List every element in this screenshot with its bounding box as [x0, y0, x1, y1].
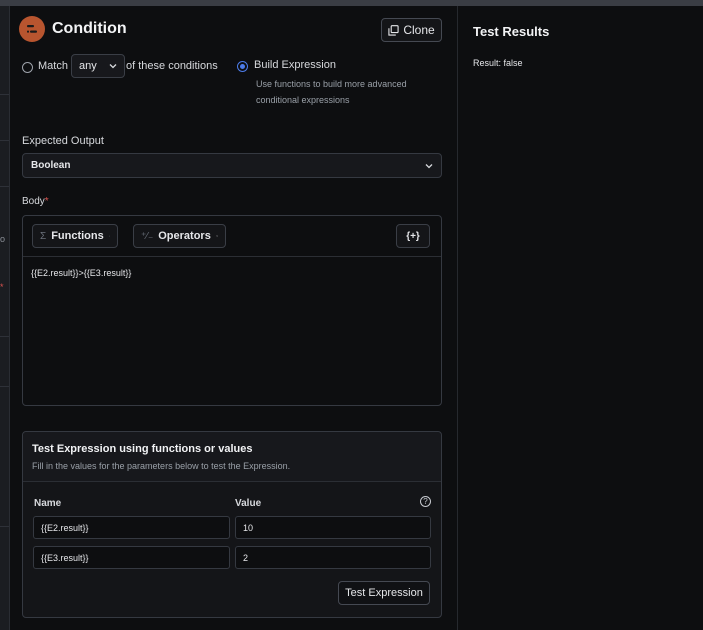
required-marker: * — [44, 196, 49, 207]
match-suffix: of these conditions — [126, 60, 218, 72]
background-app-edge: o * — [0, 6, 10, 630]
test-results-title: Test Results — [473, 24, 550, 39]
edge-divider — [0, 140, 9, 141]
insert-variable-button[interactable]: {+} — [396, 224, 430, 248]
help-icon[interactable]: ? — [420, 496, 431, 507]
test-expression-button[interactable]: Test Expression — [338, 581, 430, 605]
param-value-input[interactable]: 10 — [235, 516, 431, 539]
condition-icon — [19, 16, 45, 42]
edge-divider — [0, 386, 9, 387]
body-label: Body* — [22, 196, 49, 207]
expression-text[interactable]: {{E2.result}}>{{E3.result}} — [31, 268, 131, 278]
chevron-down-icon — [109, 64, 117, 69]
build-expression-radio[interactable] — [237, 61, 248, 72]
expression-editor[interactable]: Σ Functions ⁺⁄₋ Operators {+} {{E2.resul… — [22, 215, 442, 406]
expected-output-label: Expected Output — [22, 135, 104, 147]
edge-glyph: o — [0, 234, 6, 244]
branch-icon — [27, 25, 37, 33]
edge-glyph-red: * — [0, 282, 4, 292]
test-expression-section: Test Expression using functions or value… — [22, 431, 442, 618]
chevron-down-icon — [215, 235, 218, 237]
column-header-name: Name — [34, 498, 62, 509]
functions-dropdown[interactable]: Σ Functions — [32, 224, 118, 248]
match-radio[interactable] — [22, 62, 33, 73]
edge-divider — [0, 186, 9, 187]
match-any-select[interactable]: any — [71, 54, 125, 78]
match-label: Match — [38, 60, 68, 72]
edge-divider — [0, 94, 9, 95]
param-value-input[interactable]: 2 — [235, 546, 431, 569]
copy-icon — [388, 24, 399, 36]
expected-output-value: Boolean — [31, 160, 71, 171]
test-expression-header: Test Expression using functions or value… — [23, 432, 441, 482]
test-expression-title: Test Expression using functions or value… — [32, 443, 253, 455]
param-name-field: {{E3.result}} — [33, 546, 230, 569]
chevron-down-icon — [425, 163, 433, 168]
test-result-text: Result: false — [473, 58, 523, 68]
build-expression-help: Use functions to build more advanced — [256, 79, 407, 89]
expected-output-select[interactable]: Boolean — [22, 153, 442, 178]
edge-divider — [0, 336, 9, 337]
operators-icon: ⁺⁄₋ — [141, 230, 154, 242]
build-expression-label: Build Expression — [254, 59, 336, 71]
operators-dropdown[interactable]: ⁺⁄₋ Operators — [133, 224, 226, 248]
clone-button[interactable]: Clone — [381, 18, 442, 42]
test-results-panel: Test Results Result: false — [458, 6, 703, 630]
page-title: Condition — [52, 20, 127, 37]
body-label-text: Body — [22, 196, 45, 207]
edge-divider — [0, 526, 9, 527]
editor-toolbar: Σ Functions ⁺⁄₋ Operators {+} — [23, 216, 441, 257]
param-name-field: {{E2.result}} — [33, 516, 230, 539]
functions-label: Functions — [51, 230, 104, 242]
column-header-value: Value — [235, 498, 262, 509]
match-any-value: any — [79, 60, 97, 72]
operators-label: Operators — [158, 230, 211, 242]
build-expression-help: conditional expressions — [256, 95, 350, 105]
test-expression-subtitle: Fill in the values for the parameters be… — [32, 461, 291, 471]
chevron-down-icon — [108, 235, 110, 237]
clone-label: Clone — [403, 23, 435, 37]
sigma-icon: Σ — [40, 230, 47, 242]
condition-panel: Condition Clone Match any of these condi… — [10, 6, 457, 630]
